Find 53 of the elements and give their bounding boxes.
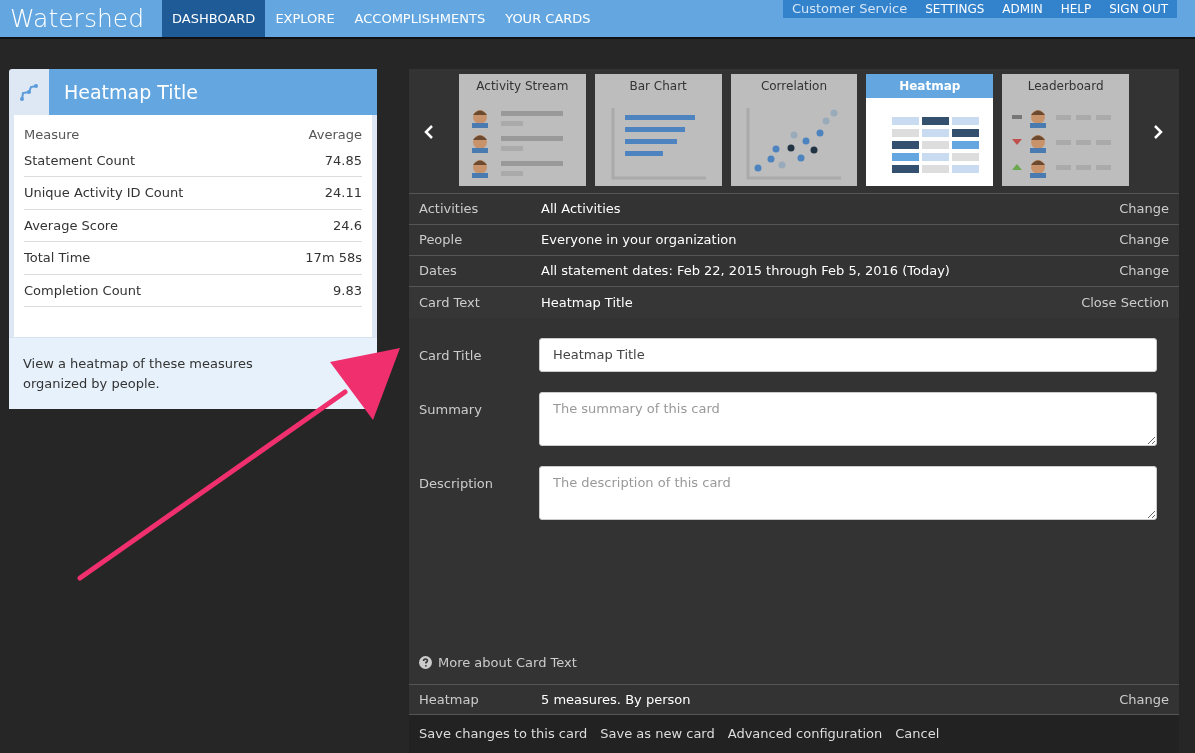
measure-name: Average Score <box>24 216 118 235</box>
setting-value: All statement dates: Feb 22, 2015 through Feb 5, 2016 (Today) <box>541 262 951 281</box>
close-section-link[interactable]: Close Section <box>1081 292 1169 313</box>
field-label: Description <box>419 474 495 493</box>
more-info-link[interactable]: More about Card Text <box>438 652 577 672</box>
column-header: Average <box>308 126 362 144</box>
change-link[interactable]: Change <box>1119 199 1169 219</box>
nav-link[interactable]: ADMIN <box>993 0 1052 18</box>
change-link[interactable]: Change <box>1119 261 1169 281</box>
setting-label: Dates <box>419 262 458 281</box>
setting-value: All Activities <box>541 200 622 219</box>
measure-name: Completion Count <box>24 281 142 300</box>
change-link[interactable]: Change <box>1119 230 1169 250</box>
measure-value: 74.85 <box>324 151 362 170</box>
card-type-tile[interactable]: Correlation <box>730 74 858 186</box>
measure-value: 9.83 <box>333 281 362 300</box>
column-header: Measure <box>24 126 80 144</box>
text-area[interactable]: The description of this card <box>539 465 1157 520</box>
action-link[interactable]: Cancel <box>895 724 940 744</box>
setting-value: Heatmap Title <box>541 293 634 312</box>
text-input[interactable]: Heatmap Title <box>539 338 1157 372</box>
text-area[interactable]: The summary of this card <box>539 391 1157 446</box>
setting-label: Activities <box>419 200 480 219</box>
measure-value: 24.6 <box>333 216 362 235</box>
nav-tab[interactable]: DASHBOARD <box>162 0 266 37</box>
measure-name: Unique Activity ID Count <box>24 184 184 202</box>
action-link[interactable]: Advanced configuration <box>727 724 883 744</box>
setting-value: Everyone in your organization <box>541 231 738 250</box>
nav-link[interactable]: HELP <box>1051 0 1101 18</box>
change-link[interactable]: Change <box>1119 689 1169 710</box>
measure-name: Total Time <box>24 249 91 267</box>
chevron-right-icon <box>1153 124 1164 139</box>
action-link[interactable]: Save changes to this card <box>419 724 588 744</box>
card-type-tile[interactable]: Activity Stream <box>458 74 586 186</box>
nav-link[interactable]: SIGN OUT <box>1100 0 1177 18</box>
nav-link[interactable]: SETTINGS <box>916 0 994 18</box>
setting-value: 5 measures. By person <box>541 690 692 709</box>
action-link[interactable]: Save as new card <box>600 724 715 744</box>
account-name: Customer Service <box>790 0 909 18</box>
path-icon <box>19 82 39 102</box>
setting-label: People <box>419 231 464 250</box>
setting-label: Heatmap <box>419 690 480 709</box>
measure-value: 17m 58s <box>305 249 362 267</box>
card-type-tile[interactable]: Leaderboard <box>1002 74 1129 186</box>
card-title: Heatmap Title <box>49 69 377 115</box>
measure-name: Statement Count <box>24 151 136 170</box>
field-label: Card Title <box>419 347 483 365</box>
chevron-left-icon <box>424 124 435 139</box>
help-icon <box>419 655 432 669</box>
setting-label: Card Text <box>419 293 481 312</box>
card-type-tile[interactable]: Bar Chart <box>594 74 722 186</box>
measure-value: 24.11 <box>324 184 362 202</box>
field-label: Summary <box>419 400 483 419</box>
